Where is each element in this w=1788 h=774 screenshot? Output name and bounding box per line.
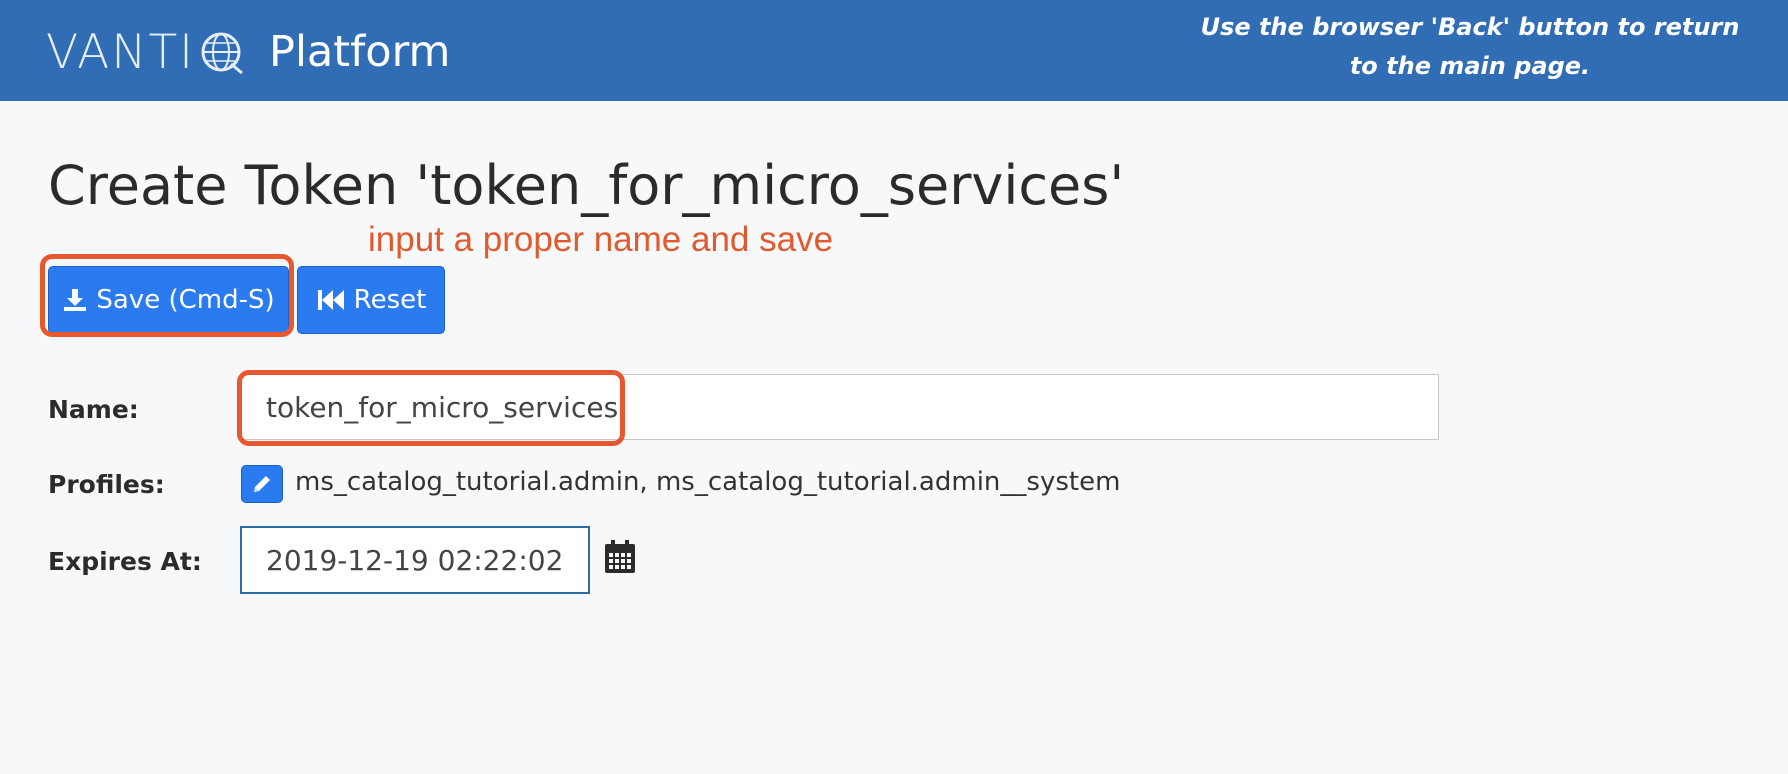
calendar-icon[interactable] bbox=[604, 540, 636, 574]
page-title: Create Token 'token_for_micro_services' bbox=[48, 154, 1125, 217]
expires-at-input[interactable] bbox=[240, 526, 590, 594]
edit-profiles-button[interactable] bbox=[241, 465, 283, 503]
name-highlight-box bbox=[237, 370, 625, 446]
reset-button-label: Reset bbox=[353, 285, 427, 315]
reset-button[interactable]: Reset bbox=[297, 266, 445, 334]
back-button-note: Use the browser 'Back' button to return … bbox=[1200, 13, 1740, 80]
name-label: Name: bbox=[48, 395, 139, 424]
profiles-label: Profiles: bbox=[48, 470, 165, 499]
profiles-value: ms_catalog_tutorial.admin, ms_catalog_tu… bbox=[295, 467, 1121, 497]
vantiq-logo: VANTI Platform bbox=[46, 22, 450, 82]
expires-at-label: Expires At: bbox=[48, 547, 202, 576]
save-highlight-box bbox=[40, 254, 294, 337]
tutorial-annotation: input a proper name and save bbox=[368, 220, 834, 259]
product-name: Platform bbox=[269, 26, 451, 77]
logo-wordmark: VANTI bbox=[46, 24, 196, 80]
pencil-icon bbox=[254, 476, 270, 492]
top-header-bar: VANTI Platform Use the browser 'Back' bu… bbox=[0, 0, 1788, 101]
globe-logo-icon bbox=[201, 32, 243, 74]
fast-backward-icon bbox=[317, 290, 344, 310]
